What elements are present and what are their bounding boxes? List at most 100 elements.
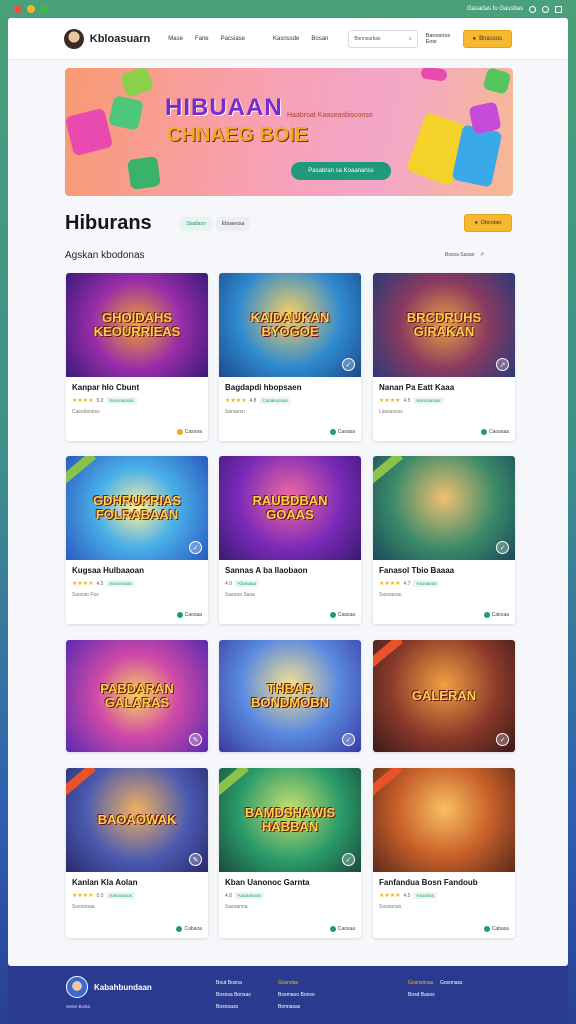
footer-link[interactable]: Gosonass [440, 980, 463, 986]
footer-link[interactable]: Bout Bosna [216, 980, 251, 986]
thumbnail-title: THBAR BONDMOBN [251, 681, 329, 710]
rating-value: 4.5 [96, 580, 104, 587]
game-card[interactable]: GDHRUKRIAS FOLRABAAN ✓ Kugsaa Hulbaaoan … [66, 456, 208, 624]
check-icon[interactable]: ✓ [342, 358, 355, 371]
game-thumbnail[interactable]: KAIDAUKAN BYOGOE ✓ [219, 273, 361, 377]
brand-name[interactable]: Kbloasuarn [90, 33, 151, 45]
sort-control[interactable]: Bssoa Sasao ⌕ [445, 251, 484, 259]
search-icon[interactable]: ⌕ [480, 251, 484, 259]
game-thumbnail[interactable]: GALERAN ✓ [373, 640, 515, 752]
card-action[interactable]: Cakoaa [483, 612, 509, 618]
search-icon[interactable]: ⌕ [409, 36, 412, 42]
settings-icon[interactable] [529, 5, 536, 13]
expand-icon[interactable]: ↗ [496, 358, 509, 371]
game-thumbnail[interactable]: THBAR BONDMOBN ✓ [219, 640, 361, 752]
rating-value: 4.8 [225, 892, 232, 899]
hero-cta-button[interactable]: Pasabran sa Koaananss [291, 162, 391, 180]
nav-item[interactable]: Mase [168, 36, 183, 42]
titlebar-right: Gasadas fo Gassbas [466, 5, 562, 13]
game-card[interactable]: KAIDAUKAN BYOGOE ✓ Bagdapdi hbopsaen ★★★… [219, 273, 361, 441]
thumbnail-title: PABDARAN GALARAS [100, 681, 174, 710]
edit-icon[interactable]: ✎ [189, 733, 202, 746]
game-card[interactable]: ✓ Fanasol Tbio Baaaa ★★★★ 4.7 Ksooanas Sas… [373, 456, 515, 624]
game-card[interactable]: BAMDSHAWIS HABBAN ✓ Kban Uanonoc Garnta … [219, 768, 361, 938]
game-card[interactable]: THBAR BONDMOBN ✓ [219, 640, 361, 752]
card-meta: Sasoaoao [379, 592, 402, 598]
edit-icon[interactable]: ✎ [189, 853, 202, 866]
game-thumbnail[interactable]: ✓ [373, 456, 515, 560]
primary-nav: Mase Fane Pacsiase [168, 36, 245, 42]
lock-icon[interactable] [555, 5, 562, 13]
footer-link[interactable]: Bonnasas [278, 1004, 315, 1010]
game-thumbnail[interactable]: RAUBDBAN GOAAS [219, 456, 361, 560]
card-meta: Sasoanna [225, 904, 248, 910]
game-card[interactable]: GALERAN ✓ [373, 640, 515, 752]
game-thumbnail[interactable]: BAOAOWAK ✎ [66, 768, 208, 872]
nav-item[interactable]: Pacsiase [221, 36, 245, 42]
footer-link[interactable]: Bosnsa Bonsas [216, 992, 251, 998]
section-button[interactable]: ● Dbcotan [464, 214, 512, 232]
card-meta: Sosonoaa [72, 904, 95, 910]
close-dot[interactable] [14, 5, 22, 13]
minimize-dot[interactable] [27, 5, 35, 13]
game-thumbnail[interactable] [373, 768, 515, 872]
header-button[interactable]: ● Bnassos [462, 29, 512, 48]
card-action[interactable]: Caoasaa [480, 429, 509, 435]
brand-avatar[interactable] [64, 28, 84, 49]
footer-brand: Kabahbundaan [94, 983, 152, 992]
game-thumbnail[interactable]: BRCDRUHS GIRAKAN ↗ [373, 273, 515, 377]
card-meta: Casodsnnso [72, 409, 100, 415]
card-action[interactable]: Cabasa [483, 926, 509, 932]
check-icon[interactable]: ✓ [189, 541, 202, 554]
titlebar-text: Gasadas fo Gassbas [466, 6, 523, 12]
footer-link[interactable]: Bosd Basos [408, 992, 435, 998]
nav-item[interactable]: Kasnssde [273, 36, 299, 42]
nav-item[interactable]: Bosan [311, 36, 328, 42]
game-card[interactable]: RAUBDBAN GOAAS Sannas A ba Ilaobaon 4.0 K… [219, 456, 361, 624]
card-action[interactable]: Cabaoa [176, 926, 202, 932]
game-card[interactable]: BAOAOWAK ✎ Kanlan Kla Aolan ★★★★ 5.0 Kasoo… [66, 768, 208, 938]
footer-avatar[interactable] [66, 976, 88, 998]
game-thumbnail[interactable]: BAMDSHAWIS HABBAN ✓ [219, 768, 361, 872]
rating: ★★★★ 4.5 Ksoaoos [379, 892, 509, 899]
rating: ★★★★ 4.8 Caoakoonas [225, 397, 355, 404]
maximize-dot[interactable] [40, 5, 48, 13]
rating: ★★★★ 5.0 Kasooaoos [72, 892, 202, 899]
game-thumbnail[interactable]: GDHRUKRIAS FOLRABAAN ✓ [66, 456, 208, 560]
header-link[interactable]: Banosrios Eosr [426, 33, 463, 45]
check-icon[interactable]: ✓ [342, 733, 355, 746]
footer-link[interactable]: Bosmaoo Bonso [278, 992, 315, 998]
refresh-icon[interactable] [542, 5, 549, 13]
footer-link[interactable]: Bosnoaso [216, 1004, 251, 1010]
card-action[interactable]: Caoasa [329, 429, 355, 435]
status-icon [329, 429, 336, 435]
check-icon[interactable]: ✓ [496, 733, 509, 746]
check-icon[interactable]: ✓ [342, 853, 355, 866]
category-tag: Keoroansas [106, 397, 137, 404]
check-icon[interactable]: ✓ [496, 541, 509, 554]
card-action[interactable]: Casooa [176, 429, 202, 435]
search-input[interactable]: Bsnnsarkas ⌕ [348, 29, 418, 48]
action-label: Cabaoa [184, 926, 202, 932]
filter-chip[interactable]: Eboaeosa [216, 217, 250, 231]
game-thumbnail[interactable]: GHOIDAHS KEOURRIEAS [66, 273, 208, 377]
game-card[interactable]: BRCDRUHS GIRAKAN ↗ Nanan Pa Eatt Kaaa ★★… [373, 273, 515, 441]
card-action[interactable]: Caasaa [329, 612, 355, 618]
card-title: Kban Uanonoc Garnta [225, 878, 310, 887]
rating-value: 5.0 [96, 892, 104, 899]
game-card[interactable]: Fanfandua Bosn Fandoub ★★★★ 4.5 Ksoaoos So… [373, 768, 515, 938]
card-meta: Lassasnso [379, 409, 403, 415]
category-tag: Ksooanas [413, 580, 440, 587]
footer-heading: Gosnsonas [408, 980, 434, 986]
category-tag: Kaoaanoos [234, 892, 264, 899]
hero-banner[interactable]: HIBUAAN Haabroat Kaaseasbisconso CHNAEG … [65, 68, 513, 196]
game-thumbnail[interactable]: PABDARAN GALARAS ✎ [66, 640, 208, 752]
game-card[interactable]: GHOIDAHS KEOURRIEAS Kanpar hlo Cbunt ★★★… [66, 273, 208, 441]
game-card[interactable]: PABDARAN GALARAS ✎ [66, 640, 208, 752]
card-action[interactable]: Caosaa [329, 926, 355, 932]
action-label: Caoasaa [488, 429, 509, 435]
card-meta: Sosoonas [379, 904, 402, 910]
card-action[interactable]: Caosaa [176, 612, 202, 618]
nav-item[interactable]: Fane [195, 36, 209, 42]
filter-chip[interactable]: Stadlasn [180, 217, 212, 231]
